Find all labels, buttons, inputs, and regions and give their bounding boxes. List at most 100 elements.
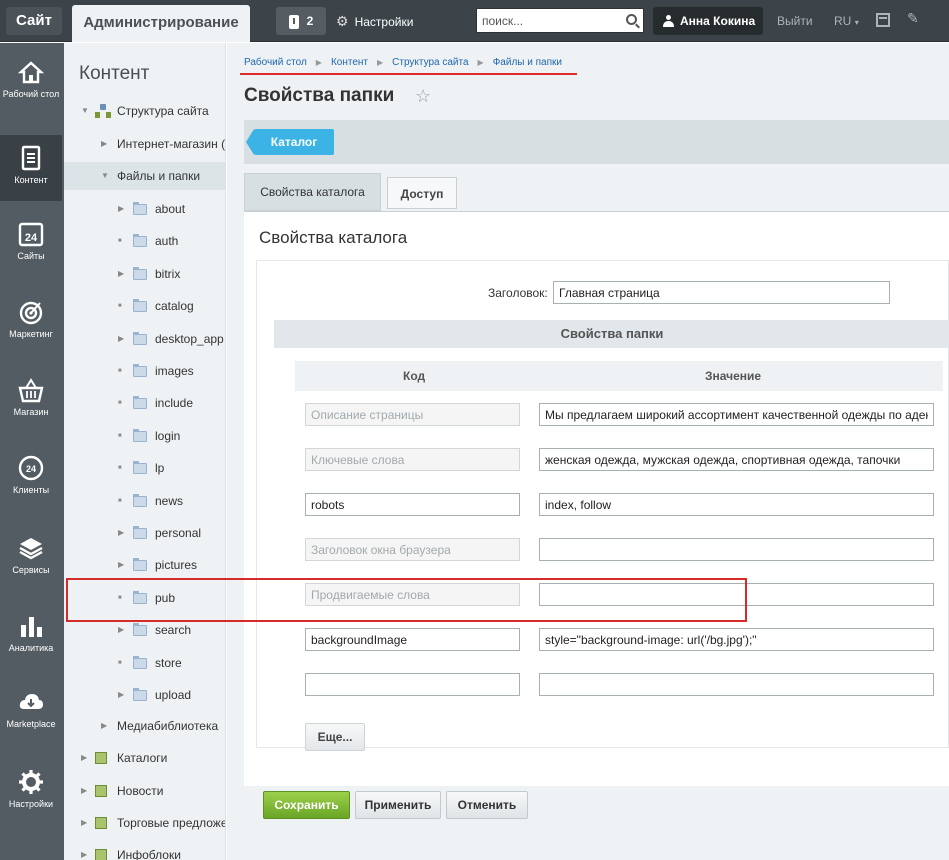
tree-item-media[interactable]: ▶ Медиабиблиотека [64,714,225,742]
property-value-field[interactable] [539,673,934,696]
admin-tab[interactable]: Администрирование [72,5,250,42]
tree-folder-item[interactable]: ■ images [64,359,225,387]
pin-icon[interactable]: ✎ [907,10,919,27]
tree-folder-item[interactable]: ■ news [64,489,225,517]
nav-services[interactable]: Сервисы [0,535,62,595]
nav-shop[interactable]: Магазин [0,377,62,437]
chevron-right-icon[interactable]: ▶ [118,521,124,545]
property-value-field[interactable] [539,493,934,516]
property-code-field[interactable] [305,403,520,426]
property-code-field[interactable] [305,493,520,516]
chevron-right-icon[interactable]: ▶ [118,262,124,286]
site-button[interactable]: Сайт [6,7,62,35]
tree-item-site-structure[interactable]: ▼ Структура сайта [64,99,225,127]
tree-folder-item[interactable]: ▶ bitrix [64,262,225,290]
tree-folder-item[interactable]: ■ store [64,651,225,679]
cloud-download-icon [18,689,44,715]
language-selector[interactable]: RU ▾ [834,7,859,35]
property-value-field[interactable] [539,403,934,426]
cancel-button[interactable]: Отменить [446,791,528,819]
tree-folder-item[interactable]: ▶ personal [64,521,225,549]
tree-folder-item[interactable]: ▶ desktop_app [64,327,225,355]
breadcrumb-link[interactable]: Файлы и папки [493,57,562,68]
tree-folder-item[interactable]: ■ include [64,391,225,419]
search-icon[interactable] [626,14,637,25]
bullet-icon: ■ [118,659,122,666]
user-menu-button[interactable]: Анна Кокина [653,7,763,35]
nav-sites[interactable]: 24 Сайты [0,221,62,281]
more-button[interactable]: Еще... [305,723,365,751]
nav-settings[interactable]: Настройки [0,769,62,829]
tree-item-infoblocks[interactable]: ▶ Инфоблоки [64,843,225,860]
tree-item-shop[interactable]: ▶ Интернет-магазин ( [64,132,225,160]
language-label: RU [834,14,852,28]
property-code-field[interactable] [305,673,520,696]
chevron-right-icon[interactable]: ▶ [118,683,124,707]
tree-folder-item[interactable]: ■ auth [64,229,225,257]
chevron-right-icon[interactable]: ▶ [101,132,107,156]
tree-folder-item[interactable]: ■ login [64,424,225,452]
chevron-down-icon[interactable]: ▼ [101,164,109,188]
nav-clients[interactable]: 24 Клиенты [0,455,62,515]
tree-label: Каталоги [117,751,168,765]
chevron-right-icon[interactable]: ▶ [81,843,87,860]
chevron-right-icon[interactable]: ▶ [81,811,87,835]
clients-24-icon: 24 [18,455,44,481]
tree-item-news[interactable]: ▶ Новости [64,779,225,807]
chevron-right-icon[interactable]: ▶ [81,779,87,803]
catalog-button[interactable]: Каталог [246,129,334,155]
property-value-field[interactable] [539,538,934,561]
property-value-field[interactable] [539,448,934,471]
tree-item-catalogs[interactable]: ▶ Каталоги [64,746,225,774]
calendar-24-icon: 24 [18,221,44,247]
breadcrumb-link[interactable]: Контент [331,57,368,68]
nav-label: Сайты [17,251,45,261]
nav-desktop[interactable]: Рабочий стол [0,59,62,129]
tree-folder-item[interactable]: ▶ about [64,197,225,225]
save-button[interactable]: Сохранить [263,791,350,819]
chevron-right-icon[interactable]: ▶ [118,197,124,221]
notifications-count: 2 [306,14,314,28]
breadcrumb-link[interactable]: Рабочий стол [244,57,307,68]
tree-folder-item[interactable]: ▶ upload [64,683,225,711]
folder-icon [133,558,147,572]
title-field[interactable] [553,281,890,304]
logout-link[interactable]: Выйти [777,7,813,35]
nav-marketplace[interactable]: Marketplace [0,689,62,749]
tree-label: Новости [117,784,164,798]
tree-folder-item[interactable]: ▶ search [64,618,225,646]
chevron-down-icon[interactable]: ▼ [81,99,89,123]
tree-item-files[interactable]: ▼ Файлы и папки [64,162,225,190]
chevron-right-icon[interactable]: ▶ [81,746,87,770]
search-input[interactable] [477,9,617,32]
tab-catalog-properties[interactable]: Свойства каталога [244,173,381,211]
section-header: Свойства папки [274,320,949,348]
tree-folder-item[interactable]: ■ lp [64,456,225,484]
nav-marketing[interactable]: Маркетинг [0,299,62,359]
chevron-down-icon: ▾ [854,18,859,27]
tree-folder-item[interactable]: ■ catalog [64,294,225,322]
folder-icon [133,396,147,410]
property-code-field[interactable] [305,628,520,651]
nav-label: Marketplace [6,719,56,729]
apply-button[interactable]: Применить [355,791,441,819]
tree-item-trade-offers[interactable]: ▶ Торговые предложе [64,811,225,839]
property-code-field[interactable] [305,448,520,471]
property-value-field[interactable] [539,628,934,651]
tree-label: Структура сайта [117,104,209,118]
nav-analytics[interactable]: Аналитика [0,613,62,673]
chevron-right-icon[interactable]: ▶ [118,553,124,577]
notifications-button[interactable]: 2 [276,7,326,35]
breadcrumb-link[interactable]: Структура сайта [392,57,468,68]
nav-content[interactable]: Контент [0,135,62,201]
star-icon[interactable]: ☆ [415,86,431,107]
tab-access[interactable]: Доступ [387,177,457,209]
keyboard-icon[interactable] [876,13,890,27]
property-code-field[interactable] [305,538,520,561]
settings-button[interactable]: ⚙ Настройки [336,7,413,35]
chevron-right-icon[interactable]: ▶ [101,714,107,738]
nav-label: Маркетинг [9,329,53,339]
tree-label: auth [155,234,179,249]
chevron-right-icon[interactable]: ▶ [118,327,124,351]
folder-icon [133,623,147,637]
